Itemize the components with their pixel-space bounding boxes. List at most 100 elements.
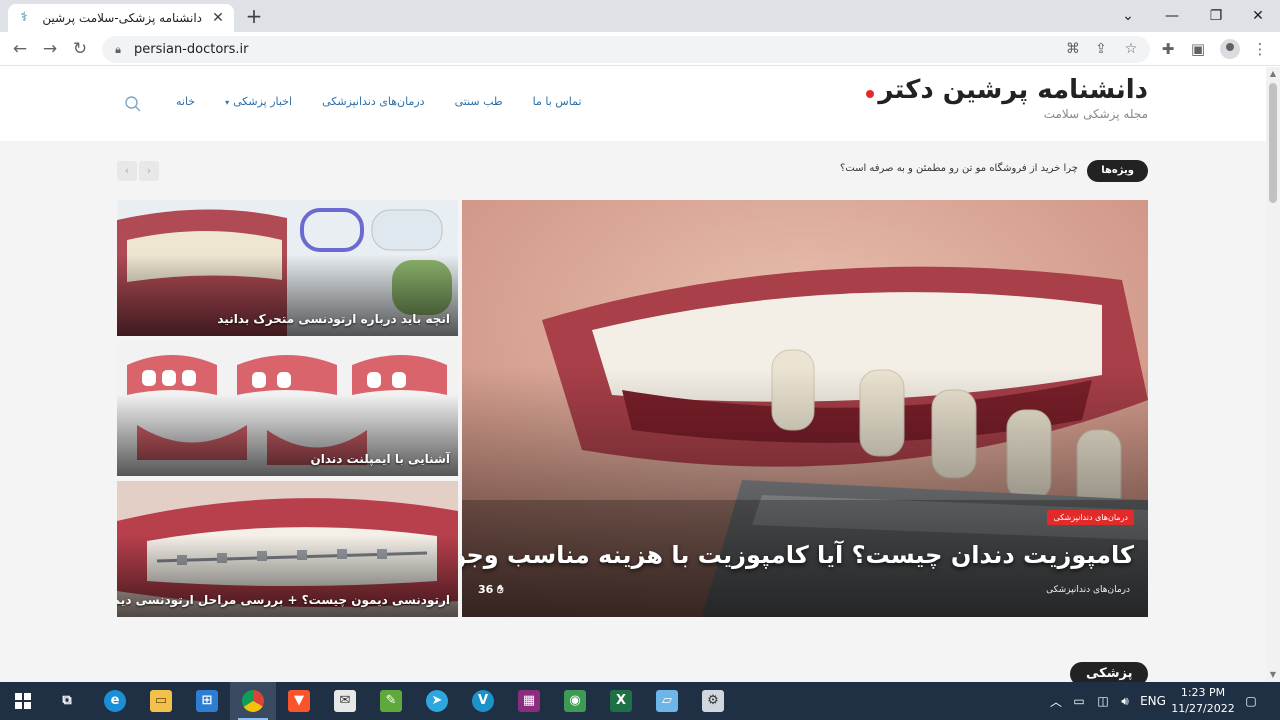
featured-post[interactable]: درمان‌های دندانپزشکی کامپوزیت دندان چیست… bbox=[462, 200, 1148, 617]
telegram-glyph: ➤ bbox=[426, 690, 448, 712]
scroll-up-icon[interactable]: ▲ bbox=[1268, 69, 1278, 79]
chevron-down-icon: ▾ bbox=[225, 98, 230, 107]
store-icon[interactable]: ⊞ bbox=[184, 682, 230, 720]
clock-time: 1:23 PM bbox=[1180, 686, 1226, 699]
side-post-3[interactable]: ارتودنسی دیمون چیست؟ + بررسی مراحل ارتود… bbox=[117, 481, 458, 617]
chrome-icon[interactable] bbox=[230, 682, 276, 720]
chrome-glyph bbox=[242, 690, 264, 712]
notepad-glyph: ✎ bbox=[380, 690, 402, 712]
photos-glyph: ◉ bbox=[564, 690, 586, 712]
browser-tab-strip: ⚕ دانشنامه پزشکی-سلامت پرشین دکتر ✕ + ⌄ … bbox=[0, 0, 1280, 32]
url-text: persian-doctors.ir bbox=[134, 42, 249, 57]
likes-count: 36 bbox=[478, 583, 494, 596]
new-tab-icon[interactable]: + bbox=[244, 6, 264, 26]
language-indicator[interactable]: ENG bbox=[1138, 682, 1168, 720]
nav-item-label: اخبار پزشکی bbox=[233, 95, 293, 108]
news-ticker: ‹ › چرا خرید از فروشگاه مو تن رو مطمئن و… bbox=[117, 159, 1148, 183]
edge-icon[interactable]: e bbox=[92, 682, 138, 720]
edge-glyph: e bbox=[104, 690, 126, 712]
ticker-label: ویژه‌ها bbox=[1087, 160, 1148, 182]
nav-item-dental-treatments[interactable]: درمان‌های دندانپزشکی bbox=[322, 95, 425, 108]
notification-icon[interactable]: ▢ bbox=[1236, 682, 1266, 720]
store-glyph: ⊞ bbox=[196, 690, 218, 712]
battery-icon[interactable]: ▭ bbox=[1068, 682, 1090, 720]
notepad-icon[interactable]: ✎ bbox=[368, 682, 414, 720]
scrollbar-thumb[interactable] bbox=[1269, 83, 1277, 203]
logo-dot bbox=[866, 89, 875, 98]
site-header: دانشنامه پرشین دکتر مجله پزشکی سلامت خان… bbox=[0, 67, 1266, 141]
folder-glyph: ▭ bbox=[150, 690, 172, 712]
address-bar[interactable]: 🔒︎ persian-doctors.ir bbox=[102, 36, 1150, 63]
winrar-icon[interactable]: ▦ bbox=[506, 682, 552, 720]
featured-category-badge[interactable]: درمان‌های دندانپزشکی bbox=[1047, 510, 1134, 525]
excel-glyph: X bbox=[610, 690, 632, 712]
browser-tab[interactable]: ⚕ دانشنامه پزشکی-سلامت پرشین دکتر ✕ bbox=[8, 4, 234, 32]
side-post-title[interactable]: انچه باید درباره ارتودنسی متحرک بدانید bbox=[217, 312, 450, 326]
side-panel-icon[interactable]: ▣ bbox=[1188, 39, 1208, 59]
side-post-1[interactable]: انچه باید درباره ارتودنسی متحرک بدانید bbox=[117, 200, 458, 336]
thumbs-up-icon: ✋︎ bbox=[497, 583, 504, 596]
task-view-glyph: ⧉ bbox=[62, 693, 72, 708]
site-logo[interactable]: دانشنامه پرشین دکتر مجله پزشکی سلامت bbox=[866, 75, 1148, 121]
telegram-icon[interactable]: ➤ bbox=[414, 682, 460, 720]
mail-icon[interactable]: ✉ bbox=[322, 682, 368, 720]
menu-kebab-icon[interactable]: ⋮ bbox=[1250, 39, 1270, 59]
restore-icon[interactable]: ❐ bbox=[1194, 0, 1238, 32]
mail-glyph: ✉ bbox=[334, 690, 356, 712]
vpn-app-icon[interactable]: V bbox=[460, 682, 506, 720]
bookmark-star-icon[interactable]: ☆ bbox=[1122, 40, 1140, 58]
notes-glyph: ▱ bbox=[656, 690, 678, 712]
search-icon[interactable] bbox=[124, 95, 142, 113]
tab-search-icon[interactable]: ⌄ bbox=[1106, 0, 1150, 32]
scroll-down-icon[interactable]: ▼ bbox=[1268, 670, 1278, 680]
ticker-prev-button[interactable]: ‹ bbox=[117, 161, 137, 181]
featured-headline[interactable]: کامپوزیت دندان چیست؟ آیا کامپوزیت با هزی… bbox=[462, 541, 1134, 569]
tray-overflow-icon[interactable]: ︿ bbox=[1046, 682, 1066, 720]
minimize-icon[interactable]: — bbox=[1150, 0, 1194, 32]
close-window-icon[interactable]: ✕ bbox=[1236, 0, 1280, 32]
photos-icon[interactable]: ◉ bbox=[552, 682, 598, 720]
nav-item-traditional-medicine[interactable]: طب سنتی bbox=[455, 95, 503, 108]
main-nav: خانه اخبار پزشکی▾ درمان‌های دندانپزشکی ط… bbox=[176, 95, 582, 108]
close-tab-icon[interactable]: ✕ bbox=[210, 10, 226, 26]
side-post-2[interactable]: آشنایی با ایمپلنت دندان bbox=[117, 340, 458, 476]
ticker-text[interactable]: چرا خرید از فروشگاه مو تن رو مطمئن و به … bbox=[840, 163, 1078, 174]
lock-icon[interactable]: 🔒︎ bbox=[112, 43, 124, 56]
site-name: دانشنامه پرشین دکتر bbox=[878, 75, 1148, 105]
clock-date: 11/27/2022 bbox=[1171, 702, 1235, 715]
nav-item-home[interactable]: خانه bbox=[176, 95, 195, 108]
translate-icon[interactable]: ⌘ bbox=[1064, 40, 1082, 58]
profile-avatar[interactable] bbox=[1220, 39, 1240, 59]
featured-meta-category[interactable]: درمان‌های دندانپزشکی bbox=[1046, 585, 1130, 595]
notes-app-icon[interactable]: ▱ bbox=[644, 682, 690, 720]
file-explorer-icon[interactable]: ▭ bbox=[138, 682, 184, 720]
tab-title: دانشنامه پزشکی-سلامت پرشین دکتر bbox=[40, 11, 202, 25]
share-icon[interactable]: ⇪ bbox=[1092, 40, 1110, 58]
back-icon[interactable]: ← bbox=[8, 37, 32, 61]
taskbar-clock[interactable]: 1:23 PM 11/27/2022 bbox=[1170, 685, 1236, 717]
tool-app-icon[interactable]: ⚙ bbox=[690, 682, 736, 720]
windows-start-icon[interactable] bbox=[0, 682, 46, 720]
side-post-title[interactable]: ارتودنسی دیمون چیست؟ + بررسی مراحل ارتود… bbox=[117, 593, 450, 607]
side-post-title[interactable]: آشنایی با ایمپلنت دندان bbox=[310, 452, 450, 466]
nav-item-contact[interactable]: تماس با ما bbox=[533, 95, 582, 108]
page-scrollbar[interactable]: ▲ ▼ bbox=[1266, 67, 1280, 682]
winrar-glyph: ▦ bbox=[518, 690, 540, 712]
forward-icon[interactable]: → bbox=[38, 37, 62, 61]
featured-likes: 36 ✋︎ bbox=[478, 583, 503, 597]
stethoscope-favicon-icon: ⚕ bbox=[20, 10, 28, 25]
task-view-icon[interactable]: ⧉ bbox=[44, 682, 90, 720]
reload-icon[interactable]: ↻ bbox=[68, 37, 92, 61]
brave-icon[interactable]: ▼ bbox=[276, 682, 322, 720]
excel-icon[interactable]: X bbox=[598, 682, 644, 720]
nav-item-medical-news[interactable]: اخبار پزشکی▾ bbox=[225, 95, 292, 108]
volume-icon[interactable]: 🔊︎ bbox=[1114, 682, 1136, 720]
featured-gradient-overlay bbox=[462, 366, 1148, 617]
site-tagline: مجله پزشکی سلامت bbox=[1043, 107, 1148, 121]
v-glyph: V bbox=[472, 690, 494, 712]
extensions-icon[interactable]: ✚ bbox=[1158, 39, 1178, 59]
brave-glyph: ▼ bbox=[288, 690, 310, 712]
ticker-next-button[interactable]: › bbox=[139, 161, 159, 181]
network-icon[interactable]: ◫ bbox=[1092, 682, 1114, 720]
section-title-medical[interactable]: پزشکی bbox=[1070, 662, 1149, 682]
